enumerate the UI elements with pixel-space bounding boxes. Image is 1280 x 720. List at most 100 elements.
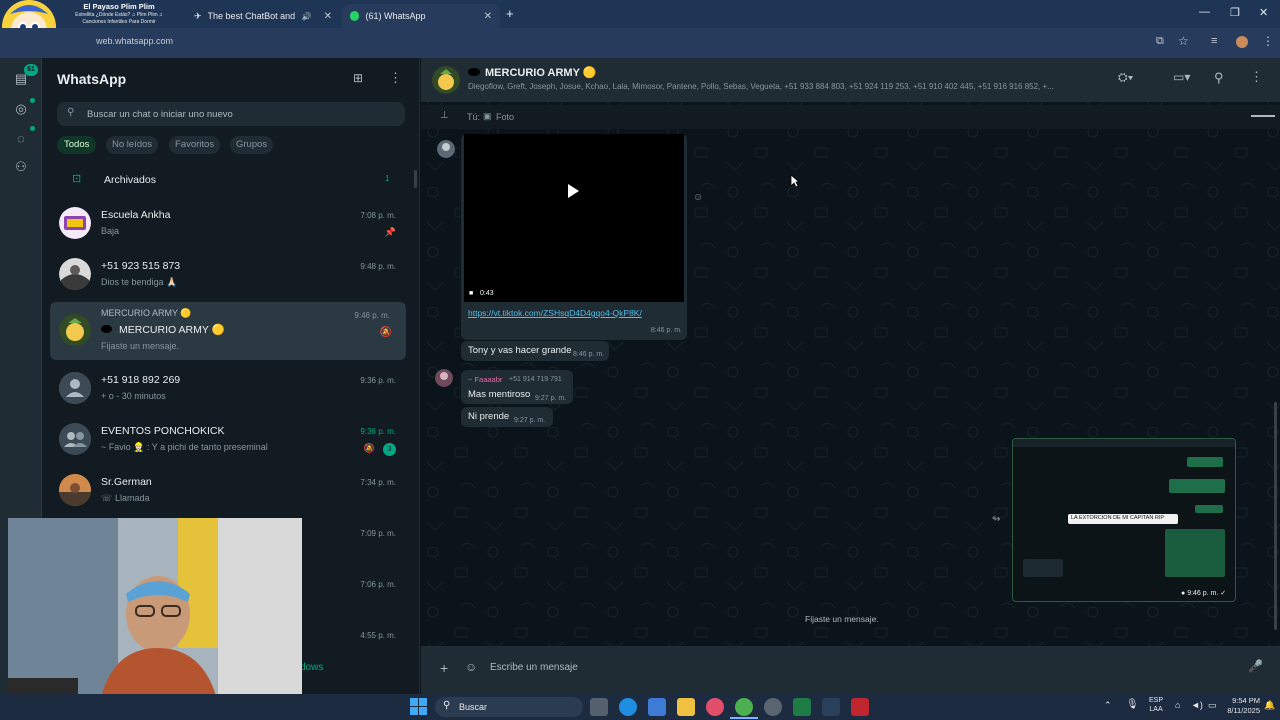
url-field[interactable]: web.whatsapp.com: [96, 36, 173, 46]
tab-whatsapp[interactable]: (61) WhatsApp ✕: [342, 4, 500, 28]
network-icon[interactable]: ⌂: [1175, 700, 1180, 710]
speaker-icon[interactable]: 🔊: [302, 12, 312, 21]
chat-row-sr-german[interactable]: Sr.German ☏ Llamada 7:34 p. m.: [42, 467, 420, 518]
emoji-icon[interactable]: ☺: [465, 660, 477, 674]
call-icon: ☏: [101, 493, 113, 503]
chat-title[interactable]: MERCURIO ARMY 🟡: [468, 66, 596, 79]
chat-preview: Baja: [101, 226, 120, 236]
chat-time: 7:08 p. m.: [360, 211, 396, 220]
filter-no-leidos[interactable]: No leídos: [106, 136, 159, 154]
chat-preview: ☏ Llamada: [101, 493, 150, 503]
archived-row[interactable]: ⊡ Archivados 1: [42, 168, 414, 192]
preview-bubble: [1169, 479, 1225, 493]
muted-icon: 🔕: [379, 327, 392, 338]
media-subtitle-2: Canciones Infantiles Para Dormir: [82, 19, 156, 25]
video-thumbnail[interactable]: ■ 0:43: [464, 134, 684, 302]
react-emoji-icon[interactable]: ☺: [693, 192, 703, 203]
install-app-icon[interactable]: ⧉: [1156, 35, 1164, 48]
steam-icon[interactable]: [822, 698, 840, 716]
avatar: [59, 314, 91, 346]
chat-time: 7:34 p. m.: [360, 478, 396, 487]
sender-avatar[interactable]: [435, 369, 453, 387]
message-time: 8:46 p. m.: [573, 351, 605, 358]
taskbar-search-label: Buscar: [459, 702, 488, 712]
media-control-icon[interactable]: ≡: [1211, 35, 1217, 47]
copilot-icon[interactable]: [619, 698, 637, 716]
webcam-overlay: [8, 518, 302, 712]
message-bubble[interactable]: Ni prende 9:27 p. m.: [461, 407, 553, 427]
play-icon[interactable]: [568, 184, 579, 198]
close-window-icon[interactable]: ✕: [1259, 6, 1268, 19]
status-icon[interactable]: ◎: [12, 100, 30, 118]
excel-icon[interactable]: [793, 698, 811, 716]
restore-icon[interactable]: ❐: [1230, 6, 1240, 19]
language-indicator[interactable]: ESP LAA: [1149, 696, 1163, 714]
bookmark-star-icon[interactable]: ☆: [1178, 34, 1189, 48]
taskbar-search[interactable]: ⚲ Buscar: [435, 697, 583, 717]
pinned-message-bar[interactable]: ⊥ Tú: ▣ Foto: [421, 105, 1280, 129]
tray-chevron-icon[interactable]: ⌃: [1104, 700, 1112, 711]
image-message-preview[interactable]: LA EXTORCION DE MI CAPITAN RIP ● 9:46 p.…: [1012, 438, 1236, 602]
minimize-icon[interactable]: —: [1199, 6, 1210, 18]
profile-avatar[interactable]: [1236, 36, 1248, 48]
microphone-icon[interactable]: 🎤: [1248, 659, 1263, 673]
clock[interactable]: 9:54 PM 8/11/2025: [1220, 696, 1260, 716]
tray-mic-icon[interactable]: 🎙: [1126, 699, 1139, 710]
windows-start-icon[interactable]: [410, 698, 427, 715]
sender-name[interactable]: ~ Faaaabr: [468, 375, 502, 384]
search-box[interactable]: ⚲ Buscar un chat o iniciar uno nuevo: [57, 102, 405, 126]
chat-scrollbar[interactable]: [1274, 402, 1277, 630]
filter-grupos[interactable]: Grupos: [230, 136, 274, 154]
chat-time: 4:55 p. m.: [360, 631, 396, 640]
forward-icon[interactable]: ↬: [992, 514, 1000, 525]
battery-icon[interactable]: ▭: [1208, 700, 1217, 711]
browser-menu-icon[interactable]: ⋮: [1262, 34, 1274, 48]
list-scrollbar[interactable]: [414, 170, 417, 188]
task-view-icon[interactable]: [590, 698, 608, 716]
pin-icon: 📌: [384, 227, 396, 237]
menu-icon[interactable]: ⋮: [389, 70, 402, 86]
message-bubble[interactable]: ~ Faaaabr +51 914 719 791 Mas mentiroso …: [461, 370, 573, 404]
pin-icon: ⊥: [440, 110, 449, 121]
volume-icon[interactable]: ◄): [1191, 700, 1203, 710]
notifications-icon[interactable]: 🔔: [1264, 700, 1275, 711]
video-message[interactable]: ■ 0:43 https://vt.tiktok.com/ZSHsqD4D4gq…: [461, 134, 687, 340]
pin-bar-handle[interactable]: [1251, 115, 1275, 117]
channels-icon[interactable]: ◌: [12, 130, 30, 148]
message-input[interactable]: Escribe un mensaje: [490, 662, 578, 673]
media-app-icon[interactable]: [706, 698, 724, 716]
group-icon-button[interactable]: ⛭▾: [1118, 70, 1133, 85]
chat-row-923515873[interactable]: +51 923 515 873 Dios te bendiga 🙏🏻 9:48 …: [42, 251, 420, 302]
new-chat-icon[interactable]: ⊞: [353, 71, 363, 85]
file-explorer-icon[interactable]: [677, 698, 695, 716]
message-bubble[interactable]: Tony y vas hacer grande 8:46 p. m.: [461, 341, 609, 361]
settings-icon[interactable]: [764, 698, 782, 716]
chat-row-mercurio-army[interactable]: MERCURIO ARMY 🟡 MERCURIO ARMY 🟡 Fijaste …: [50, 302, 406, 360]
close-tab-icon[interactable]: ✕: [324, 11, 332, 22]
filter-favoritos[interactable]: Favoritos: [169, 136, 221, 154]
tab-chatbot[interactable]: ✈ The best ChatBot and Widg 🔊 ✕: [186, 4, 340, 28]
communities-icon[interactable]: ⚇: [12, 158, 30, 176]
sender-avatar[interactable]: [437, 140, 455, 158]
chat-row-918892269[interactable]: +51 918 892 269 + o - 30 minutos 9:36 p.…: [42, 365, 420, 416]
check-icon: ✓: [1220, 590, 1227, 597]
chat-row-eventos-ponchokick[interactable]: EVENTOS PONCHOKICK ~ Favio 👷🏻 : Y a pich…: [42, 416, 420, 467]
archived-label: Archivados: [104, 174, 156, 186]
group-avatar[interactable]: [432, 66, 460, 94]
new-tab-button[interactable]: +: [506, 6, 514, 21]
attach-plus-icon[interactable]: +: [440, 660, 448, 676]
video-call-icon[interactable]: ▭▾: [1173, 70, 1190, 84]
store-icon[interactable]: [648, 698, 666, 716]
search-input[interactable]: Buscar un chat o iniciar uno nuevo: [87, 109, 233, 120]
filter-todos[interactable]: Todos: [57, 136, 97, 154]
preview-header: [1013, 439, 1235, 447]
chat-row-escuela-ankha[interactable]: Escuela Ankha Baja 7:08 p. m. 📌: [42, 200, 420, 251]
close-tab-icon[interactable]: ✕: [484, 11, 492, 22]
chrome-icon[interactable]: [735, 698, 753, 716]
black-circle-icon: [101, 325, 112, 333]
search-icon[interactable]: ⚲: [1214, 70, 1224, 86]
chat-menu-icon[interactable]: ⋮: [1250, 69, 1263, 85]
tiktok-link[interactable]: https://vt.tiktok.com/ZSHsqD4D4gqo4-QkP8…: [468, 308, 642, 318]
chat-header[interactable]: MERCURIO ARMY 🟡 Diegoflow, Greft, Joseph…: [421, 58, 1280, 102]
recording-app-icon[interactable]: [851, 698, 869, 716]
